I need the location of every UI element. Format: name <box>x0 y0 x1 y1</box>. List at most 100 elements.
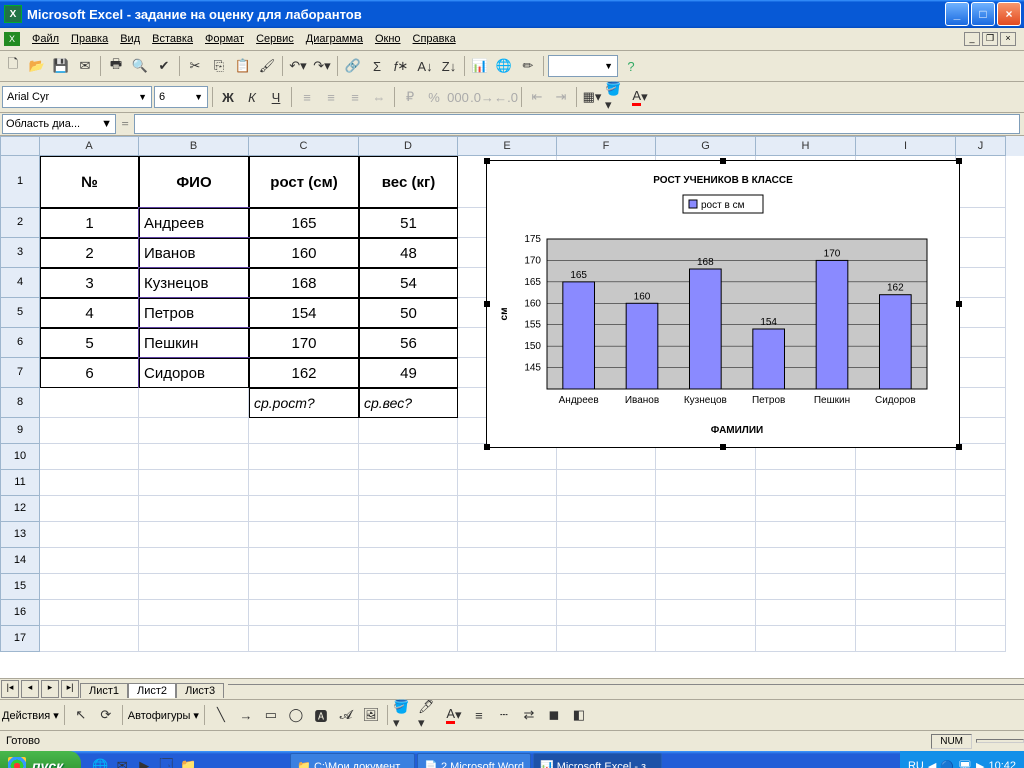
cell[interactable] <box>40 418 139 444</box>
cell[interactable] <box>249 574 359 600</box>
draw-actions-menu[interactable]: Действия ▾ <box>2 709 59 722</box>
cell[interactable] <box>359 600 458 626</box>
print-icon[interactable]: 🖶 <box>105 55 127 77</box>
textbox-icon[interactable]: 🅰 <box>310 704 332 726</box>
cell[interactable]: рост (см) <box>249 156 359 208</box>
menu-help[interactable]: Справка <box>407 31 462 47</box>
clock[interactable]: 10:42 <box>988 760 1016 768</box>
borders-icon[interactable]: ▦▾ <box>581 86 603 108</box>
col-header[interactable]: D <box>359 136 458 156</box>
worksheet-grid[interactable]: ABCDEFGHIJ 1№ФИОрост (см)вес (кг)21Андре… <box>0 136 1024 678</box>
cell[interactable] <box>557 496 656 522</box>
start-button[interactable]: пуск <box>0 751 81 768</box>
bold-icon[interactable]: Ж <box>217 86 239 108</box>
cell[interactable] <box>249 418 359 444</box>
row-header[interactable]: 12 <box>0 496 40 522</box>
cell[interactable] <box>956 156 1006 208</box>
merge-center-icon[interactable]: ⇔ <box>368 86 390 108</box>
cell[interactable] <box>557 574 656 600</box>
cell[interactable] <box>956 298 1006 328</box>
open-icon[interactable]: 📂 <box>26 55 48 77</box>
quicklaunch-icon-5[interactable]: 📁 <box>177 755 199 768</box>
cell[interactable] <box>656 600 756 626</box>
new-icon[interactable]: 🗋 <box>2 55 24 77</box>
cell[interactable]: 49 <box>359 358 458 388</box>
menu-file[interactable]: Файл <box>26 31 65 47</box>
formula-bar[interactable] <box>134 114 1020 134</box>
col-header[interactable]: A <box>40 136 139 156</box>
cell[interactable] <box>656 548 756 574</box>
font-color-icon[interactable]: A▾ <box>629 86 651 108</box>
cell[interactable] <box>458 548 557 574</box>
chart-wizard-icon[interactable]: 📊 <box>469 55 491 77</box>
mail-icon[interactable]: ✉ <box>74 55 96 77</box>
cell[interactable] <box>40 496 139 522</box>
zoom-combo[interactable]: ▼ <box>548 55 618 77</box>
function-icon[interactable]: f∗ <box>390 55 412 77</box>
cell[interactable] <box>656 574 756 600</box>
cell[interactable] <box>956 600 1006 626</box>
cell[interactable]: ср.рост? <box>249 388 359 418</box>
col-header[interactable]: J <box>956 136 1006 156</box>
cell[interactable] <box>656 496 756 522</box>
align-center-icon[interactable]: ≡ <box>320 86 342 108</box>
cell[interactable] <box>856 522 956 548</box>
sort-asc-icon[interactable]: A↓ <box>414 55 436 77</box>
row-header[interactable]: 3 <box>0 238 40 268</box>
tab-nav-last-icon[interactable]: ▸| <box>61 680 79 698</box>
cell[interactable] <box>139 522 249 548</box>
fill-color-draw-icon[interactable]: 🪣▾ <box>393 704 415 726</box>
menu-tools[interactable]: Сервис <box>250 31 300 47</box>
cell[interactable] <box>40 444 139 470</box>
dec-indent-icon[interactable]: ⇤ <box>526 86 548 108</box>
cell[interactable]: 5 <box>40 328 139 358</box>
cell[interactable] <box>656 470 756 496</box>
cell[interactable]: 168 <box>249 268 359 298</box>
row-header[interactable]: 15 <box>0 574 40 600</box>
cell[interactable]: Сидоров <box>139 358 249 388</box>
cell[interactable] <box>458 626 557 652</box>
cell[interactable] <box>359 574 458 600</box>
cell[interactable] <box>359 444 458 470</box>
tray-icon-3[interactable]: 🖥 <box>958 760 972 768</box>
row-header[interactable]: 13 <box>0 522 40 548</box>
row-header[interactable]: 8 <box>0 388 40 418</box>
sheet-tab[interactable]: Лист2 <box>128 683 176 698</box>
cell[interactable]: 48 <box>359 238 458 268</box>
autosum-icon[interactable]: Σ <box>366 55 388 77</box>
cell[interactable]: Иванов <box>139 238 249 268</box>
cell[interactable] <box>956 358 1006 388</box>
line-color-icon[interactable]: 🖊▾ <box>418 704 440 726</box>
col-header[interactable]: F <box>557 136 656 156</box>
wordart-icon[interactable]: 𝓐 <box>335 704 357 726</box>
paste-icon[interactable]: 📋 <box>232 55 254 77</box>
menu-insert[interactable]: Вставка <box>146 31 199 47</box>
row-header[interactable]: 6 <box>0 328 40 358</box>
cell[interactable] <box>956 238 1006 268</box>
col-header[interactable]: H <box>756 136 856 156</box>
cell[interactable] <box>756 548 856 574</box>
cell[interactable] <box>956 574 1006 600</box>
cell[interactable]: 154 <box>249 298 359 328</box>
cell[interactable] <box>856 470 956 496</box>
arrow-icon[interactable]: → <box>235 704 257 726</box>
align-left-icon[interactable]: ≡ <box>296 86 318 108</box>
cell[interactable] <box>139 470 249 496</box>
italic-icon[interactable]: К <box>241 86 263 108</box>
sheet-tab[interactable]: Лист3 <box>176 683 224 698</box>
cell[interactable]: 4 <box>40 298 139 328</box>
print-preview-icon[interactable]: 🔍 <box>129 55 151 77</box>
cell[interactable]: 54 <box>359 268 458 298</box>
cell[interactable]: Андреев <box>139 208 249 238</box>
cell[interactable] <box>956 208 1006 238</box>
cell[interactable]: ср.вес? <box>359 388 458 418</box>
cell[interactable] <box>139 626 249 652</box>
rotate-icon[interactable]: ⟳ <box>95 704 117 726</box>
app-menu-icon[interactable]: X <box>4 32 20 46</box>
cell[interactable]: Кузнецов <box>139 268 249 298</box>
hyperlink-icon[interactable]: 🔗 <box>342 55 364 77</box>
tab-nav-first-icon[interactable]: |◂ <box>1 680 19 698</box>
cell[interactable] <box>756 522 856 548</box>
menu-chart[interactable]: Диаграмма <box>300 31 369 47</box>
col-header[interactable]: E <box>458 136 557 156</box>
